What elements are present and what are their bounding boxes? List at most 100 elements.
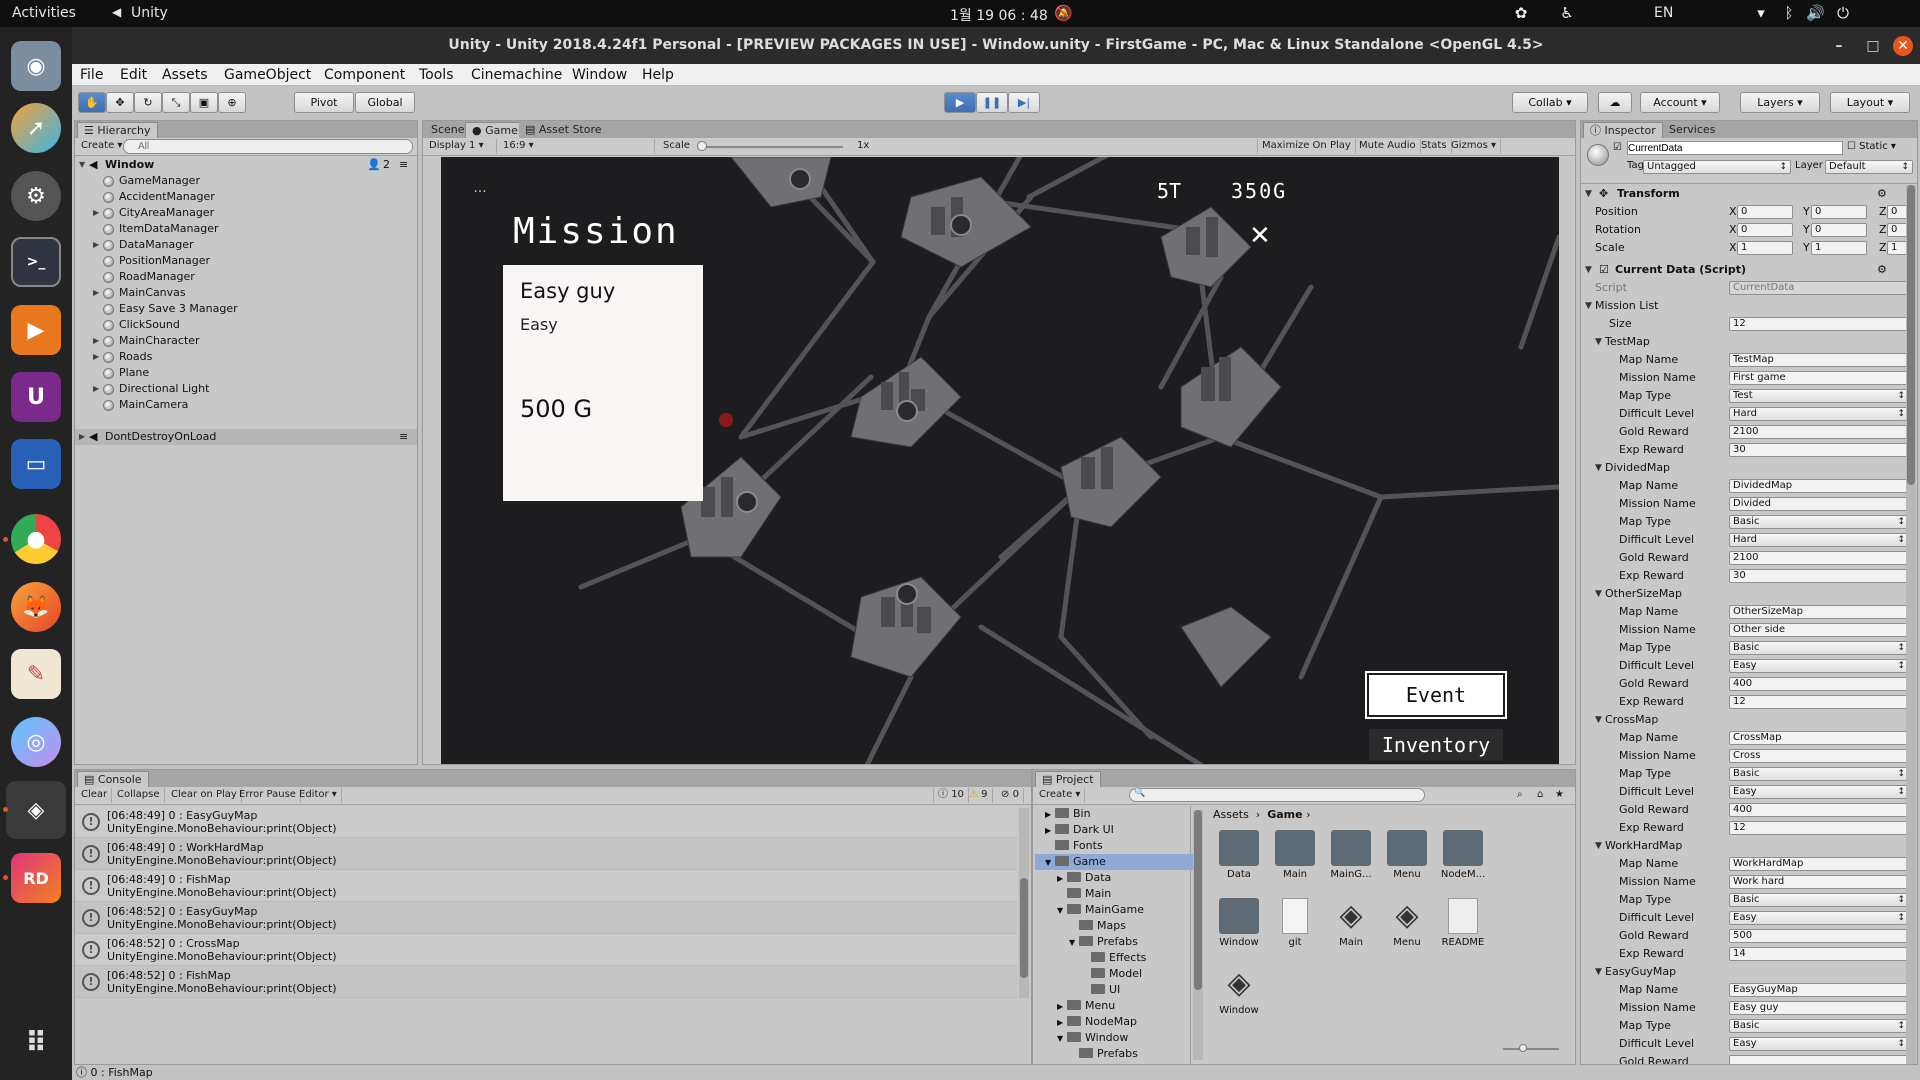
language-indicator[interactable]: EN bbox=[1654, 5, 1673, 21]
inventory-button[interactable]: Inventory bbox=[1369, 729, 1503, 761]
gizmos-dropdown[interactable]: Gizmos ▾ bbox=[1447, 139, 1502, 154]
mission-field-value[interactable]: Hard bbox=[1729, 533, 1909, 547]
activities-button[interactable]: Activities bbox=[12, 5, 76, 21]
mission-field-value[interactable]: WorkHardMap bbox=[1729, 857, 1909, 871]
project-folder[interactable]: ▶ Bin bbox=[1045, 806, 1195, 822]
rect-tool-icon[interactable]: ▣ bbox=[190, 92, 218, 113]
filter-type-icon[interactable]: ⌕ bbox=[1513, 788, 1527, 803]
hierarchy-item[interactable]: Plane bbox=[75, 365, 417, 381]
rotate-tool-icon[interactable]: ↻ bbox=[134, 92, 162, 113]
close-icon[interactable]: ✕ bbox=[1893, 36, 1913, 56]
project-tree-scrollbar[interactable] bbox=[1193, 810, 1203, 1060]
breadcrumb-game[interactable]: Game bbox=[1267, 808, 1302, 821]
mission-field-value[interactable]: Other side bbox=[1729, 623, 1909, 637]
expand-arrow-icon[interactable]: ▶ bbox=[1045, 823, 1055, 839]
object-name-field[interactable] bbox=[1627, 141, 1843, 155]
breadcrumb-assets[interactable]: Assets bbox=[1213, 808, 1249, 821]
expand-arrow-icon[interactable]: ▼ bbox=[1057, 1031, 1067, 1047]
console-editor-dropdown[interactable]: Editor ▾ bbox=[295, 788, 342, 803]
mission-element-header[interactable]: ▼ EasyGuyMap bbox=[1581, 963, 1903, 981]
expand-arrow-icon[interactable]: ▶ bbox=[1045, 807, 1055, 823]
mission-card[interactable]: Easy guy Easy 500 G bbox=[503, 265, 703, 501]
project-folder[interactable]: Maps bbox=[1069, 918, 1195, 934]
pivot-toggle[interactable]: Pivot bbox=[294, 92, 354, 113]
position-x-field[interactable]: 0 bbox=[1737, 205, 1793, 219]
expand-arrow-icon[interactable]: ▶ bbox=[1057, 999, 1067, 1015]
component-settings-icon[interactable]: ⚙ bbox=[1877, 185, 1887, 203]
mission-element-header[interactable]: ▼ TestMap bbox=[1581, 333, 1903, 351]
screenshot-app-icon[interactable]: ◉ bbox=[11, 41, 61, 91]
mission-field-value[interactable]: First game bbox=[1729, 371, 1909, 385]
mission-element-header[interactable]: ▼ CrossMap bbox=[1581, 711, 1903, 729]
tab-services[interactable]: Services bbox=[1663, 122, 1722, 138]
project-asset[interactable]: ◈ Main bbox=[1323, 898, 1379, 948]
console-error-pause-button[interactable]: Error Pause bbox=[235, 788, 301, 803]
close-mission-icon[interactable]: ✕ bbox=[1249, 223, 1271, 249]
rider-app-icon[interactable]: RD bbox=[11, 853, 61, 903]
mission-field-value[interactable]: Basic bbox=[1729, 767, 1909, 781]
project-folder[interactable]: ▼ Window bbox=[1057, 1030, 1195, 1046]
bluetooth-icon[interactable]: ᛒ bbox=[1780, 4, 1798, 22]
show-apps-grid-icon[interactable]: ⠿ bbox=[11, 1017, 61, 1067]
project-folder[interactable]: Effects bbox=[1081, 950, 1195, 966]
tab-inspector[interactable]: ⓘ Inspector bbox=[1583, 122, 1663, 138]
expand-arrow-icon[interactable]: ▶ bbox=[93, 381, 99, 397]
console-scrollbar-thumb[interactable] bbox=[1020, 878, 1028, 978]
menu-window[interactable]: Window bbox=[572, 67, 627, 83]
mission-field-value[interactable]: 30 bbox=[1729, 569, 1909, 583]
tab-scene[interactable]: Scene bbox=[425, 122, 471, 138]
expand-arrow-icon[interactable]: ▶ bbox=[93, 349, 99, 365]
collab-dropdown[interactable]: Collab ▾ bbox=[1512, 92, 1588, 113]
menu-assets[interactable]: Assets bbox=[162, 67, 208, 83]
icon-size-slider[interactable] bbox=[1503, 1048, 1559, 1050]
mission-field-value[interactable]: 30 bbox=[1729, 443, 1909, 457]
accessibility-icon[interactable]: ♿ bbox=[1558, 4, 1576, 22]
menu-file[interactable]: File bbox=[80, 67, 103, 83]
tab-console[interactable]: ▤ Console bbox=[77, 771, 149, 787]
project-folder[interactable]: Model bbox=[1081, 966, 1195, 982]
console-collapse-button[interactable]: Collapse bbox=[113, 788, 165, 803]
minimize-icon[interactable]: – bbox=[1829, 36, 1849, 56]
layers-dropdown[interactable]: Layers ▾ bbox=[1740, 92, 1820, 113]
scale-x-field[interactable]: 1 bbox=[1737, 241, 1793, 255]
project-folder[interactable]: ▶ Gizmos bbox=[1045, 1062, 1195, 1064]
console-entry[interactable]: ! [06:48:49] 0 : EasyGuyMap UnityEngine.Mo… bbox=[75, 806, 1017, 838]
mission-field-value[interactable]: Work hard bbox=[1729, 875, 1909, 889]
clock[interactable]: 1월 19 06 : 48 bbox=[950, 5, 1048, 25]
expand-arrow-icon[interactable]: ▶ bbox=[93, 205, 99, 221]
mission-field-value[interactable]: 400 bbox=[1729, 803, 1909, 817]
hierarchy-item[interactable]: PositionManager bbox=[75, 253, 417, 269]
account-dropdown[interactable]: Account ▾ bbox=[1640, 92, 1720, 113]
hierarchy-item[interactable]: ▶ DataManager bbox=[75, 237, 417, 253]
mission-field-value[interactable]: OtherSizeMap bbox=[1729, 605, 1909, 619]
favorite-icon[interactable]: ★ bbox=[1551, 788, 1568, 803]
project-asset[interactable]: Menu bbox=[1379, 830, 1435, 880]
scale-slider-thumb[interactable] bbox=[697, 141, 707, 151]
mission-field-value[interactable]: 2100 bbox=[1729, 425, 1909, 439]
tab-hierarchy[interactable]: ☰ Hierarchy bbox=[77, 122, 158, 138]
project-asset[interactable]: Data bbox=[1211, 830, 1267, 880]
hierarchy-item[interactable]: ▶ MainCanvas bbox=[75, 285, 417, 301]
mission-field-value[interactable]: Hard bbox=[1729, 407, 1909, 421]
console-entry[interactable]: ! [06:48:49] 0 : WorkHardMap UnityEngine.M… bbox=[75, 838, 1017, 870]
project-asset[interactable]: ◈ Menu bbox=[1379, 898, 1435, 948]
hierarchy-item[interactable]: GameManager bbox=[75, 173, 417, 189]
project-tree-scrollbar-thumb[interactable] bbox=[1194, 810, 1202, 990]
mission-field-value[interactable]: Test bbox=[1729, 389, 1909, 403]
hierarchy-item[interactable]: ▶ Directional Light bbox=[75, 381, 417, 397]
position-y-field[interactable]: 0 bbox=[1811, 205, 1867, 219]
mission-field-value[interactable] bbox=[1729, 1055, 1909, 1064]
project-folder[interactable]: ▶ NodeMap bbox=[1057, 1014, 1195, 1030]
expand-arrow-icon[interactable]: ▶ bbox=[93, 237, 99, 253]
project-asset[interactable]: MainG... bbox=[1323, 830, 1379, 880]
power-icon[interactable]: ⏻ bbox=[1834, 4, 1852, 22]
mission-field-value[interactable]: 12 bbox=[1729, 695, 1909, 709]
lens-app-icon[interactable]: ◎ bbox=[11, 717, 61, 767]
console-clear-button[interactable]: Clear bbox=[77, 788, 113, 803]
script-header[interactable]: ▼ ☑ Current Data (Script) ⚙ bbox=[1581, 261, 1903, 279]
color-wheel-icon[interactable]: ✿ bbox=[1512, 4, 1530, 22]
expand-arrow-icon[interactable]: ▶ bbox=[1045, 1063, 1055, 1064]
transform-header[interactable]: ▼ ✥ Transform ⚙ bbox=[1581, 185, 1903, 203]
project-asset[interactable]: NodeM... bbox=[1435, 830, 1491, 880]
project-folder[interactable]: ▶ Menu bbox=[1057, 998, 1195, 1014]
